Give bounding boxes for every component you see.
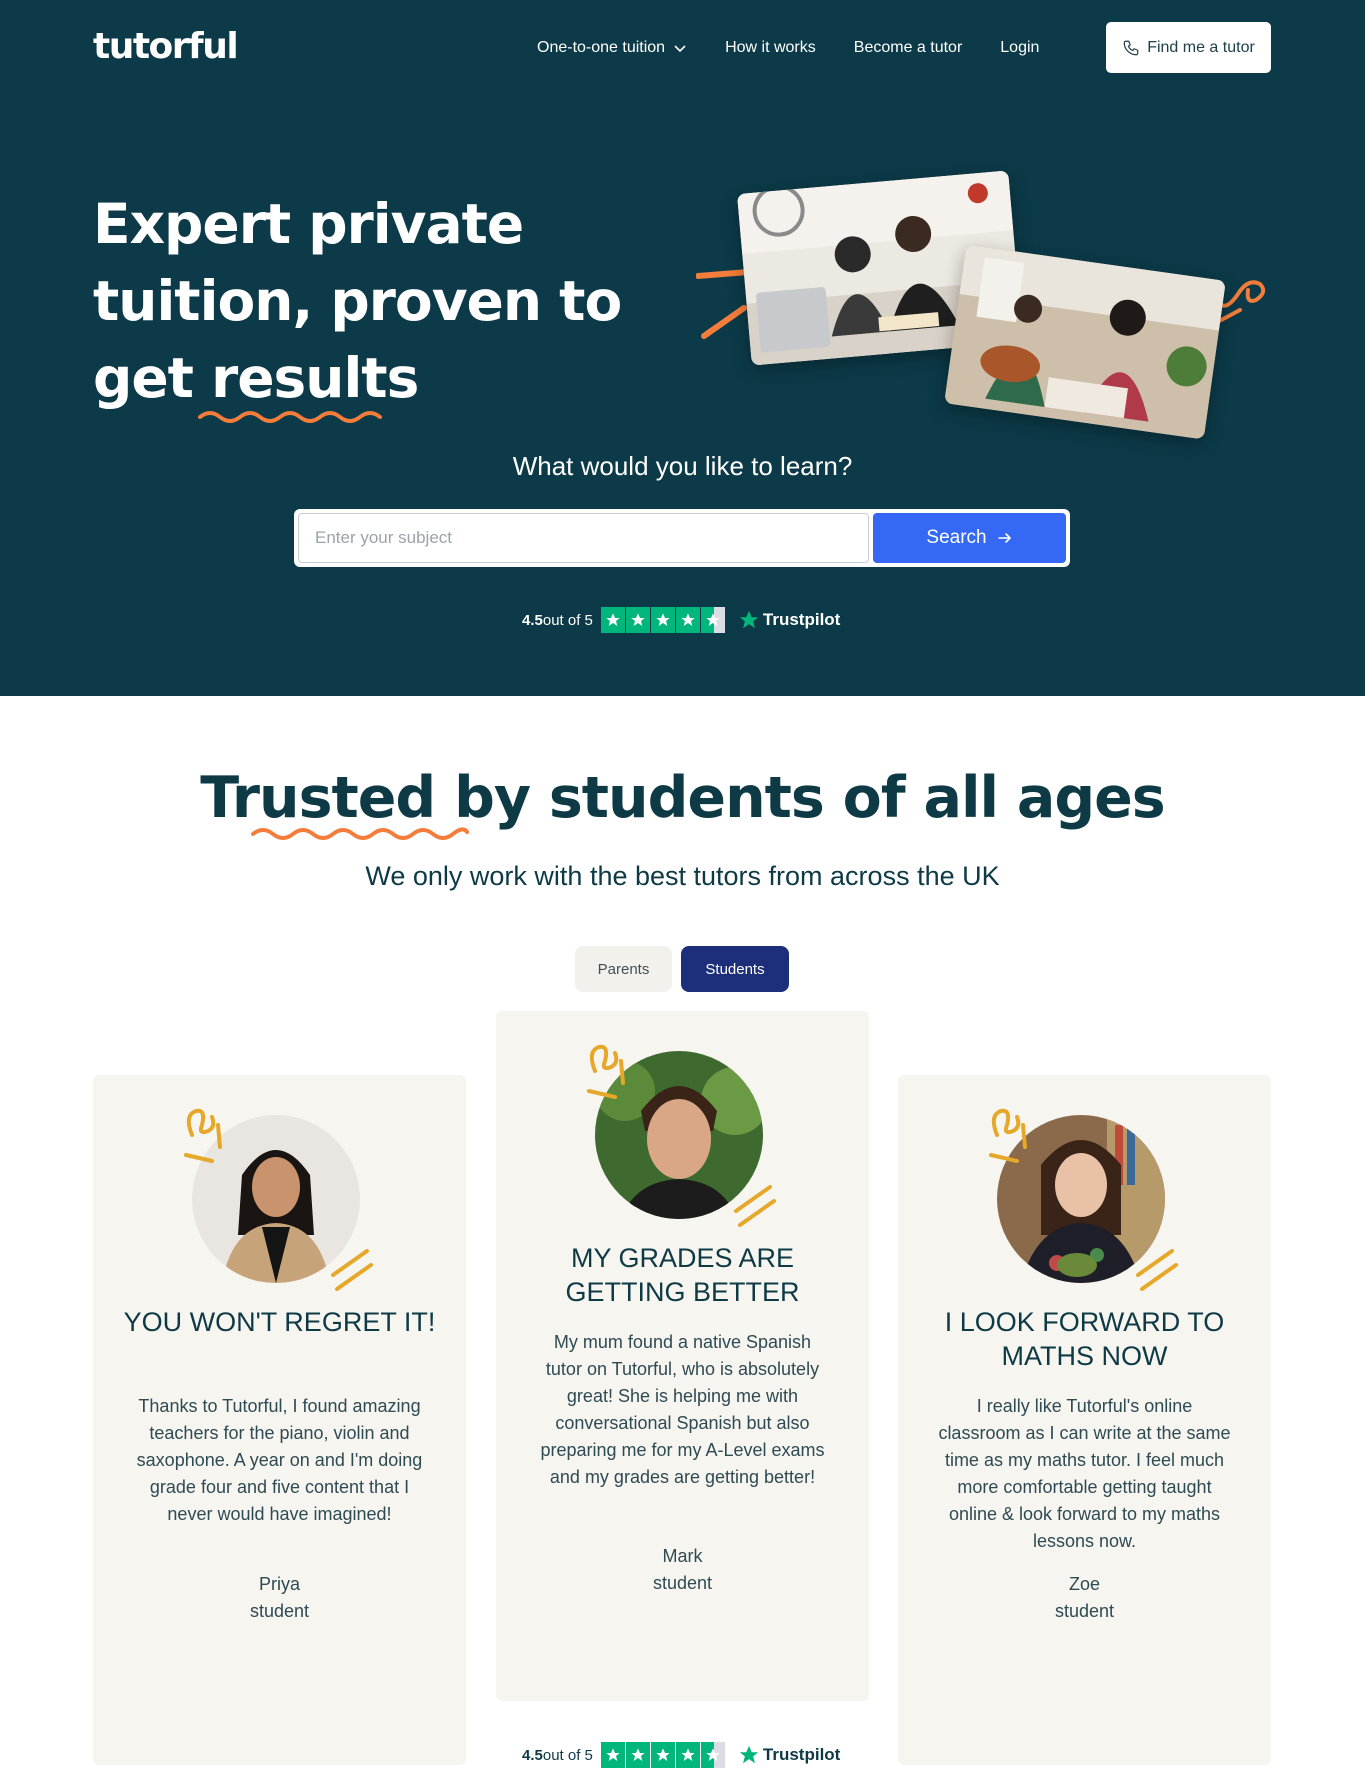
phone-icon [1123, 40, 1139, 55]
find-me-a-tutor-label: Find me a tutor [1147, 38, 1255, 56]
star-icon [600, 1742, 625, 1768]
hero-headline: Expert private tuition, proven to get re… [93, 186, 633, 417]
trustpilot-score: 4.5 [522, 1746, 543, 1764]
star-icon [600, 607, 625, 633]
nav-label: Login [1000, 39, 1040, 56]
card-title: I LOOK FORWARD TO MATHS NOW [944, 1307, 1225, 1371]
headline-line-3: get results [93, 340, 633, 417]
star-icon [650, 607, 675, 633]
trustpilot-brand: Trustpilot [738, 609, 840, 631]
testimonial-card-mark: MY GRADES ARE GETTING BETTER My mum foun… [496, 1011, 869, 1701]
star-icon [625, 1742, 650, 1768]
headline-line-1: Expert private [93, 192, 524, 256]
tab-students[interactable]: Students [681, 946, 789, 992]
nav-label: One-to-one tuition [537, 39, 666, 56]
hero-section: tutorful One-to-one tuition How it works… [0, 0, 1365, 696]
trustpilot-rating[interactable]: 4.5 out of 5 Trustpilot [522, 1742, 840, 1768]
nav-how-it-works[interactable]: How it works [725, 39, 816, 57]
trustpilot-brand-label: Trustpilot [762, 610, 841, 629]
subject-search-input[interactable] [298, 513, 869, 563]
headline-line-2: tuition, proven to [93, 269, 622, 333]
card-title: YOU WON'T REGRET IT! [123, 1307, 436, 1337]
trustpilot-star-icon [739, 1745, 759, 1764]
main-nav: One-to-one tuition How it works Become a… [537, 22, 1077, 74]
search-question: What would you like to learn? [512, 451, 853, 481]
yellow-swirl-decoration [587, 1044, 625, 1099]
star-icon [650, 1742, 675, 1768]
testimonials-title: Trusted by students of all ages [0, 765, 1365, 831]
half-star-icon [700, 607, 725, 633]
trustpilot-stars [600, 607, 726, 633]
guitar-lesson-photo [944, 244, 1226, 440]
card-author-name: Mark [662, 1546, 703, 1566]
trustpilot-brand: Trustpilot [738, 1744, 840, 1766]
avatar-wrap [989, 1108, 1178, 1291]
title-highlight-word: Trusted [200, 765, 436, 831]
card-author-role: student [652, 1573, 713, 1593]
testimonial-card-priya: YOU WON'T REGRET IT! Thanks to Tutorful,… [93, 1075, 466, 1765]
star-icon [675, 607, 700, 633]
headline-word-results: results [211, 346, 419, 410]
trustpilot-out-of: out of 5 [542, 1746, 593, 1764]
tab-parents[interactable]: Parents [575, 946, 672, 992]
trustpilot-brand-label: Trustpilot [762, 1745, 841, 1764]
card-author-name: Zoe [1068, 1574, 1101, 1594]
search-button[interactable]: Search [873, 513, 1066, 563]
nav-label: How it works [725, 39, 816, 56]
card-body: My mum found a native Spanish tutor on T… [540, 1332, 825, 1487]
testimonials-subtitle: We only work with the best tutors from a… [365, 861, 1000, 891]
find-me-a-tutor-button[interactable]: Find me a tutor [1106, 22, 1271, 73]
tutorful-logo[interactable]: tutorful [93, 26, 239, 67]
star-icon [625, 607, 650, 633]
card-author-role: student [249, 1601, 310, 1621]
yellow-swirl-decoration [184, 1108, 222, 1163]
yellow-lines-decoration [1136, 1249, 1178, 1291]
orange-squiggle-underline [198, 411, 382, 423]
headline-word-get: get [93, 346, 212, 410]
yellow-swirl-decoration [989, 1108, 1027, 1163]
title-rest: by students of all ages [435, 765, 1166, 831]
card-title: MY GRADES ARE GETTING BETTER [565, 1243, 800, 1307]
half-star-icon [700, 1742, 725, 1768]
yellow-lines-decoration [734, 1185, 776, 1227]
trustpilot-out-of: out of 5 [542, 611, 593, 629]
orange-squiggle-underline [251, 827, 469, 840]
card-author-role: student [1054, 1601, 1115, 1621]
nav-become-a-tutor[interactable]: Become a tutor [854, 39, 963, 57]
subject-search-form: Search [294, 509, 1070, 567]
trustpilot-star-icon [739, 610, 759, 629]
card-body: I really like Tutorful's online classroo… [938, 1396, 1231, 1551]
trustpilot-rating[interactable]: 4.5 out of 5 Trustpilot [522, 607, 840, 633]
avatar-wrap [184, 1108, 373, 1291]
star-icon [675, 1742, 700, 1768]
search-button-label: Search [926, 527, 987, 548]
testimonial-card-zoe: I LOOK FORWARD TO MATHS NOW I really lik… [898, 1075, 1271, 1765]
trustpilot-stars [600, 1742, 726, 1768]
card-author-name: Priya [258, 1574, 300, 1594]
avatar-wrap [587, 1044, 776, 1227]
nav-label: Become a tutor [853, 39, 963, 56]
yellow-lines-decoration [331, 1249, 373, 1291]
trustpilot-score: 4.5 [522, 611, 543, 629]
card-body: Thanks to Tutorful, I found amazing teac… [136, 1396, 423, 1524]
arrow-right-icon [997, 533, 1011, 543]
nav-one-to-one-tuition[interactable]: One-to-one tuition [537, 39, 687, 57]
nav-login[interactable]: Login [1000, 39, 1039, 57]
chevron-down-icon [674, 45, 686, 53]
